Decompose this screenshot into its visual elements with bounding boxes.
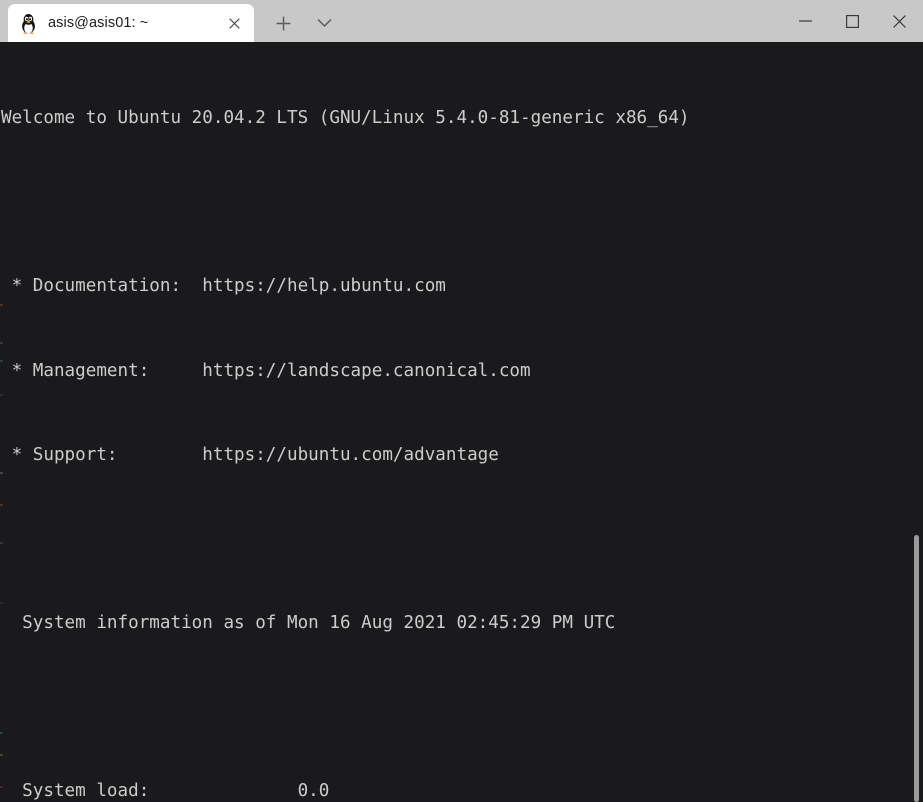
terminal-window: asis@asis01: ~ Welcome to Ubuntu 20.04.2… bbox=[0, 0, 923, 802]
terminal-line: * Management: https://landscape.canonica… bbox=[1, 360, 531, 381]
tab-title: asis@asis01: ~ bbox=[48, 15, 149, 31]
terminal-scrollbar[interactable] bbox=[909, 42, 923, 802]
scrollbar-thumb[interactable] bbox=[914, 535, 919, 802]
chevron-down-icon bbox=[316, 18, 332, 28]
plus-icon bbox=[276, 16, 290, 30]
minimize-button[interactable] bbox=[782, 0, 829, 42]
terminal-line: * Support: https://ubuntu.com/advantage bbox=[1, 444, 499, 465]
terminal-tab[interactable]: asis@asis01: ~ bbox=[8, 4, 254, 42]
terminal-line: * Documentation: https://help.ubuntu.com bbox=[1, 276, 446, 297]
close-button[interactable] bbox=[876, 0, 923, 42]
terminal-line: System load: 0.0 bbox=[1, 781, 330, 802]
window-controls bbox=[782, 0, 923, 42]
terminal-output: Welcome to Ubuntu 20.04.2 LTS (GNU/Linux… bbox=[0, 42, 711, 802]
title-bar[interactable]: asis@asis01: ~ bbox=[0, 0, 923, 42]
tux-penguin-icon bbox=[19, 13, 38, 34]
tab-dropdown-button[interactable] bbox=[307, 4, 341, 42]
tab-close-button[interactable] bbox=[220, 9, 248, 37]
minimize-icon bbox=[799, 20, 812, 22]
terminal-line: System information as of Mon 16 Aug 2021… bbox=[1, 612, 616, 633]
close-icon bbox=[893, 14, 906, 28]
new-tab-button[interactable] bbox=[266, 4, 300, 42]
maximize-button[interactable] bbox=[829, 0, 876, 42]
terminal-surface[interactable]: Welcome to Ubuntu 20.04.2 LTS (GNU/Linux… bbox=[0, 42, 923, 802]
maximize-icon bbox=[846, 14, 859, 28]
terminal-line: Welcome to Ubuntu 20.04.2 LTS (GNU/Linux… bbox=[1, 108, 690, 129]
